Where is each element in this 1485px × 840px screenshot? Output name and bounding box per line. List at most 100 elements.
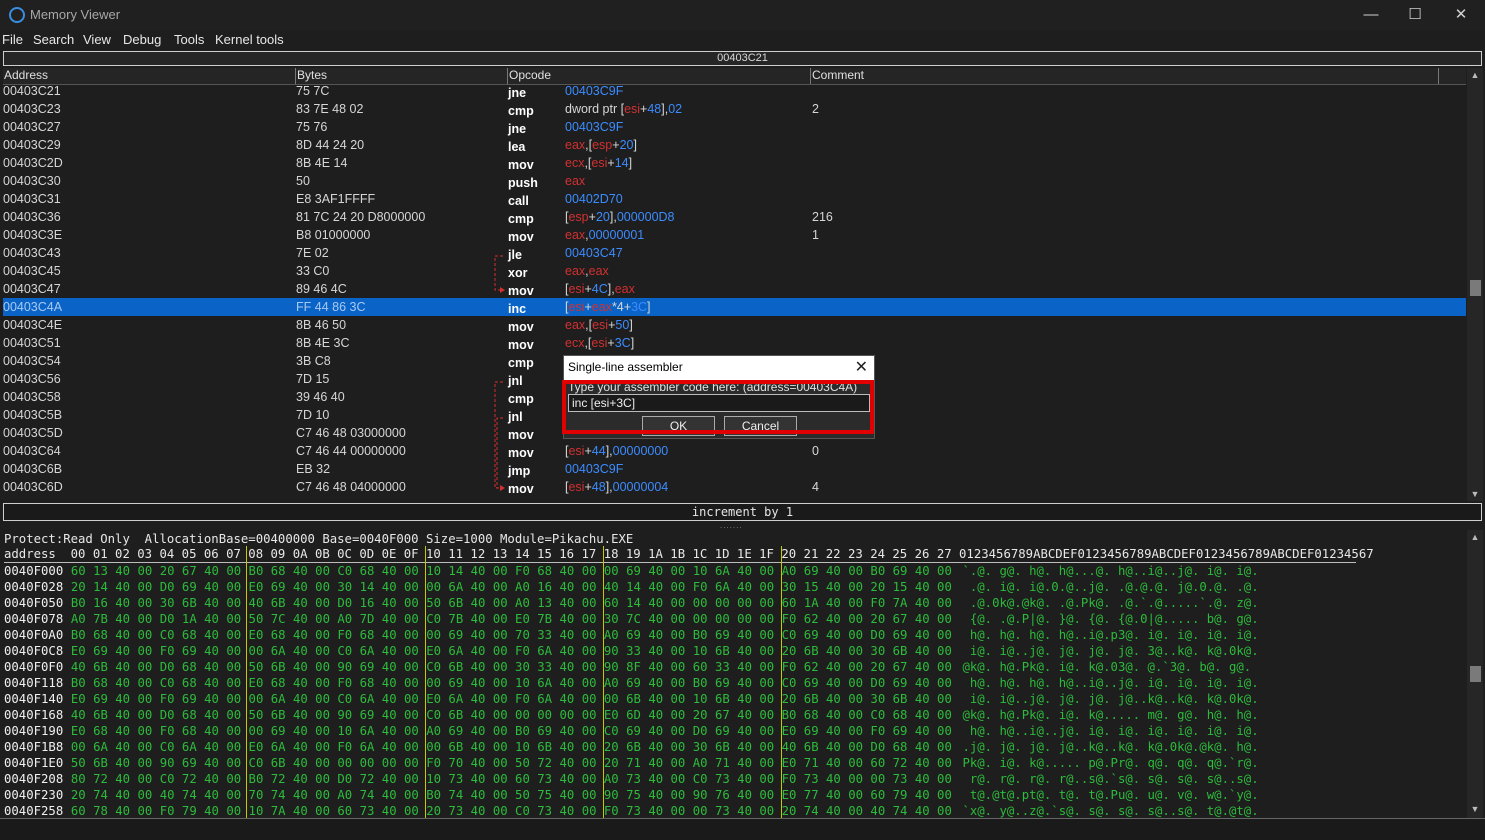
disassembly-row[interactable]: 00403C6D C7 46 48 04000000 mov [esi+48],000…: [3, 478, 1466, 496]
row-mnemonic: cmp: [508, 212, 534, 226]
assembler-code-input[interactable]: [568, 394, 870, 412]
row-mnemonic: push: [508, 176, 538, 190]
hex-row[interactable]: 0040F050 B0 16 40 00 30 6B 40 00 40 6B 40…: [4, 596, 1259, 612]
operand-token: 44: [591, 444, 606, 458]
hex-row[interactable]: 0040F118 B0 68 40 00 C0 68 40 00 E0 68 40…: [4, 676, 1259, 692]
operand-token: eax: [591, 300, 612, 314]
disassembly-row[interactable]: 00403C45 33 C0 xor eax,eax: [3, 262, 1466, 280]
operand-token: +: [584, 444, 592, 458]
hex-row-bytes: 80 72 40 00 C0 72 40 00 B0 72 40 00 D0 7…: [70, 772, 952, 786]
row-bytes: 8B 4E 14: [296, 156, 348, 170]
column-address[interactable]: Address: [3, 68, 296, 84]
row-mnemonic: mov: [508, 446, 534, 460]
row-bytes: 8D 44 24 20: [296, 138, 365, 152]
disassembly-row[interactable]: 00403C64 C7 46 44 00000000 mov [esi+44],000…: [3, 442, 1466, 460]
disassembly-row[interactable]: 00403C4A FF 44 86 3C inc [esi+eax*4+3C]: [3, 298, 1466, 316]
hex-row[interactable]: 0040F190 E0 68 40 00 F0 68 40 00 00 69 40…: [4, 724, 1259, 740]
scroll-down-icon[interactable]: ▼: [1467, 802, 1483, 816]
row-address: 00403C45: [3, 264, 61, 278]
operand-token: 00403C9F: [565, 84, 624, 98]
row-address: 00403C29: [3, 138, 61, 152]
disassembly-row[interactable]: 00403C21 75 7C jne 00403C9F: [3, 84, 1466, 100]
hex-row[interactable]: 0040F0F0 40 6B 40 00 D0 68 40 00 50 6B 40…: [4, 660, 1251, 676]
disassembly-row[interactable]: 00403C36 81 7C 24 20 D8000000 cmp [esp+20],…: [3, 208, 1466, 226]
hex-row-ascii: `x@. y@..z@.`s@. s@. s@. s@..s@. t@.@t@.: [962, 804, 1259, 818]
hex-row-address: 0040F258: [4, 804, 64, 818]
disassembly-row[interactable]: 00403C47 89 46 4C mov [esi+4C],eax: [3, 280, 1466, 298]
operand-token: 3C: [631, 300, 648, 314]
row-address: 00403C5B: [3, 408, 63, 422]
operand-token: +: [607, 336, 615, 350]
dialog-title-bar[interactable]: Single-line assembler ✕: [564, 356, 874, 380]
disassembly-row[interactable]: 00403C27 75 76 jne 00403C9F: [3, 118, 1466, 136]
row-address: 00403C3E: [3, 228, 63, 242]
disassembly-row[interactable]: 00403C6B EB 32 jmp 00403C9F: [3, 460, 1466, 478]
disassembly-row[interactable]: 00403C30 50 push eax: [3, 172, 1466, 190]
cancel-button[interactable]: Cancel: [724, 416, 797, 436]
hex-row[interactable]: 0040F0C8 E0 69 40 00 F0 69 40 00 00 6A 40…: [4, 644, 1259, 660]
menu-tools[interactable]: Tools: [174, 32, 204, 47]
row-bytes: 75 7C: [296, 84, 330, 98]
hex-row-bytes: E0 69 40 00 F0 69 40 00 00 6A 40 00 C0 6…: [70, 692, 952, 706]
menu-kernel-tools[interactable]: Kernel tools: [215, 32, 284, 47]
disassembly-row[interactable]: 00403C4E 8B 46 50 mov eax,[esi+50]: [3, 316, 1466, 334]
minimize-button[interactable]: —: [1348, 0, 1394, 30]
hex-row-ascii: h@. h@..i@..j@. i@. i@. i@. i@. i@. i@.: [962, 724, 1259, 738]
hex-scrollbar[interactable]: ▲ ▼: [1467, 530, 1483, 818]
disassembly-row[interactable]: 00403C2D 8B 4E 14 mov ecx,[esi+14]: [3, 154, 1466, 172]
row-mnemonic: jnl: [508, 410, 523, 424]
menu-search[interactable]: Search: [33, 32, 74, 47]
hex-row-ascii: {@. .@.P|@. }@. {@. {@.0|@..... b@. g@.: [962, 612, 1259, 626]
ok-button[interactable]: OK: [642, 416, 715, 436]
scroll-up-icon[interactable]: ▲: [1467, 530, 1483, 544]
hex-row[interactable]: 0040F1B8 00 6A 40 00 C0 6A 40 00 E0 6A 40…: [4, 740, 1259, 756]
column-opcode[interactable]: Opcode: [508, 68, 811, 84]
row-address: 00403C36: [3, 210, 61, 224]
disassembly-row[interactable]: 00403C43 7E 02 jle 00403C47: [3, 244, 1466, 262]
title-bar[interactable]: Memory Viewer — ☐ ✕: [0, 0, 1485, 30]
disassembly-row[interactable]: 00403C3E B8 01000000 mov eax,00000001 1: [3, 226, 1466, 244]
scroll-up-icon[interactable]: ▲: [1467, 68, 1483, 82]
scroll-thumb[interactable]: [1470, 666, 1481, 682]
row-bytes: 83 7E 48 02: [296, 102, 364, 116]
hex-row[interactable]: 0040F168 40 6B 40 00 D0 68 40 00 50 6B 40…: [4, 708, 1259, 724]
menu-file[interactable]: File: [2, 32, 23, 47]
row-address: 00403C4A: [3, 300, 63, 314]
column-comment[interactable]: Comment: [811, 68, 1439, 84]
disassembler-address-bar[interactable]: 00403C21: [3, 51, 1482, 66]
hex-row[interactable]: 0040F028 20 14 40 00 D0 69 40 00 E0 69 40…: [4, 580, 1259, 596]
hex-row[interactable]: 0040F258 60 78 40 00 F0 79 40 00 10 7A 40…: [4, 804, 1259, 818]
row-bytes: FF 44 86 3C: [296, 300, 366, 314]
scroll-down-icon[interactable]: ▼: [1467, 487, 1483, 501]
hex-view[interactable]: Protect:Read Only AllocationBase=0040000…: [0, 530, 1470, 818]
disassembly-row[interactable]: 00403C29 8D 44 24 20 lea eax,[esp+20]: [3, 136, 1466, 154]
menu-view[interactable]: View: [83, 32, 111, 47]
hex-row[interactable]: 0040F000 60 13 40 00 20 67 40 00 B0 68 40…: [4, 564, 1259, 580]
hex-row-bytes: B0 16 40 00 30 6B 40 00 40 6B 40 00 D0 1…: [70, 596, 952, 610]
operand-token: eax: [565, 228, 586, 242]
row-operand: [esi+eax*4+3C]: [565, 300, 651, 314]
disassembly-row[interactable]: 00403C23 83 7E 48 02 cmp dword ptr [esi+48]…: [3, 100, 1466, 118]
hex-rows[interactable]: 0040F000 60 13 40 00 20 67 40 00 B0 68 40…: [0, 530, 1470, 818]
menu-debug[interactable]: Debug: [123, 32, 161, 47]
row-mnemonic: cmp: [508, 104, 534, 118]
column-bytes[interactable]: Bytes: [296, 68, 508, 84]
disassembly-row[interactable]: 00403C31 E8 3AF1FFFF call 00402D70: [3, 190, 1466, 208]
hex-row[interactable]: 0040F078 A0 7B 40 00 D0 1A 40 00 50 7C 40…: [4, 612, 1259, 628]
operand-token: esi: [568, 282, 585, 296]
hex-row[interactable]: 0040F1E0 50 6B 40 00 90 69 40 00 C0 6B 40…: [4, 756, 1259, 772]
disassembly-row[interactable]: 00403C51 8B 4E 3C mov ecx,[esi+3C]: [3, 334, 1466, 352]
byte-group-separator: [424, 546, 426, 818]
dialog-close-icon[interactable]: ✕: [855, 357, 868, 377]
maximize-button[interactable]: ☐: [1392, 0, 1438, 30]
hex-row[interactable]: 0040F0A0 B0 68 40 00 C0 68 40 00 E0 68 40…: [4, 628, 1259, 644]
hex-row[interactable]: 0040F230 20 74 40 00 40 74 40 00 70 74 40…: [4, 788, 1259, 804]
scroll-thumb[interactable]: [1470, 280, 1481, 296]
close-button[interactable]: ✕: [1438, 0, 1484, 30]
hex-row[interactable]: 0040F208 80 72 40 00 C0 72 40 00 B0 72 40…: [4, 772, 1259, 788]
panel-splitter[interactable]: .......: [720, 521, 756, 530]
hex-row[interactable]: 0040F140 E0 69 40 00 F0 69 40 00 00 6A 40…: [4, 692, 1259, 708]
row-mnemonic: mov: [508, 230, 534, 244]
bottom-status-bar: [0, 818, 1485, 840]
disassembler-scrollbar[interactable]: ▲ ▼: [1467, 68, 1483, 501]
